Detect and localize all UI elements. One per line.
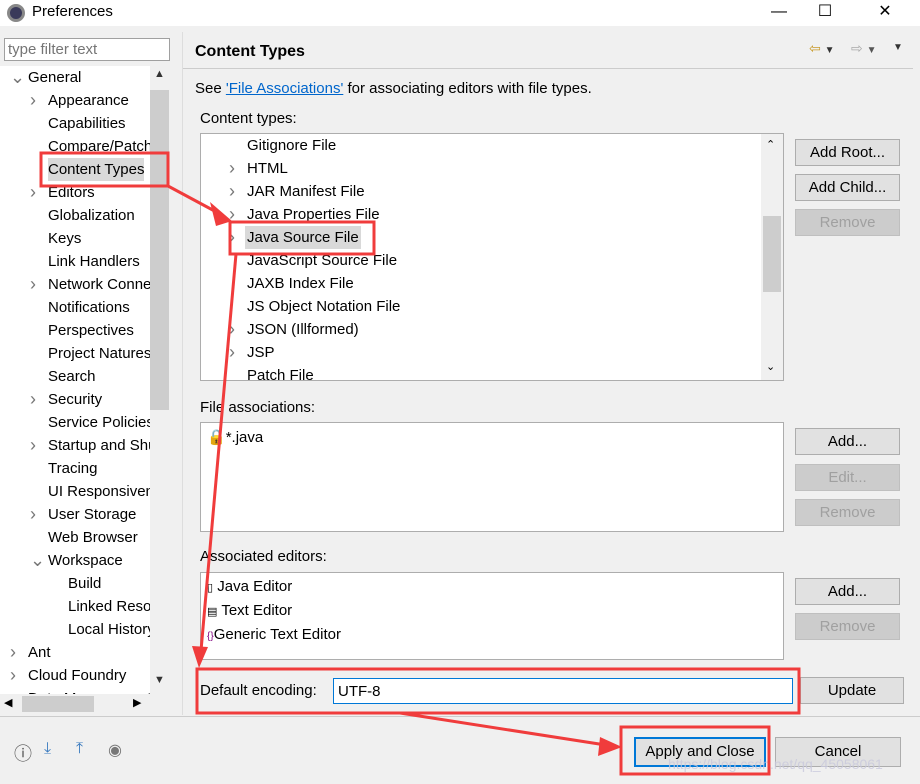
arrowhead-2 xyxy=(192,646,208,668)
annotation-arrow-2 xyxy=(198,253,238,663)
arrowhead-3 xyxy=(598,737,622,756)
annotation-arrow-3 xyxy=(399,711,613,748)
annotation-box-apply xyxy=(619,725,771,776)
annotation-overlay xyxy=(39,151,801,776)
annotation-box-java-source xyxy=(228,220,376,256)
annotation-box-encoding xyxy=(195,667,801,715)
annotation-box-content-types xyxy=(39,151,170,188)
